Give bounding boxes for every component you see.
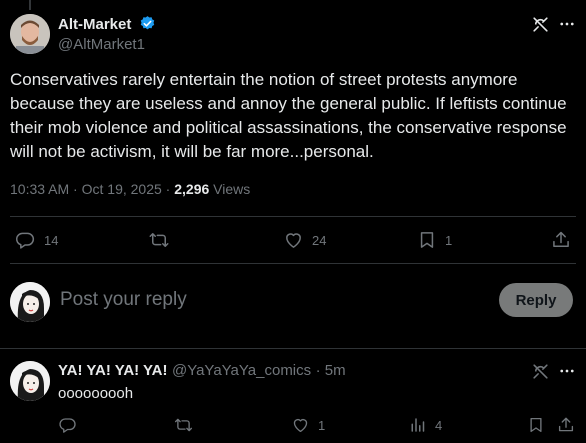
bookmark-button[interactable]: 1 xyxy=(417,230,452,250)
reply-author-handle[interactable]: @YaYaYaYa_comics xyxy=(172,362,311,379)
reply-like-count: 1 xyxy=(318,417,326,433)
author-handle[interactable]: @AltMarket1 xyxy=(58,36,145,53)
post-text: Conservatives rarely entertain the notio… xyxy=(10,70,567,161)
share-icon xyxy=(551,230,571,250)
bookmark-icon xyxy=(527,416,545,434)
divider xyxy=(10,263,576,264)
repost-icon xyxy=(148,230,170,250)
reply-count: 14 xyxy=(44,232,59,248)
divider xyxy=(10,216,576,217)
reply-author-name[interactable]: YA! YA! YA! YA! xyxy=(58,362,168,379)
views-icon xyxy=(408,416,427,434)
meta-separator: · xyxy=(73,181,78,197)
repost-icon xyxy=(174,416,193,434)
share-button[interactable] xyxy=(551,230,571,250)
reply-icon xyxy=(14,230,36,250)
reply-views-button[interactable]: 4 xyxy=(408,416,442,434)
share-icon xyxy=(557,416,575,434)
post-meta: 10:33 AM · Oct 19, 2025 · 2,296 Views xyxy=(10,181,250,197)
my-avatar[interactable] xyxy=(10,282,50,322)
reply-share-button[interactable] xyxy=(557,416,575,434)
like-count: 24 xyxy=(312,232,327,248)
divider xyxy=(0,348,586,349)
reply-views-count: 4 xyxy=(435,417,443,433)
author-avatar[interactable] xyxy=(10,14,50,54)
reply-reply-button[interactable] xyxy=(58,416,77,434)
more-icon[interactable] xyxy=(558,362,576,380)
like-icon xyxy=(291,416,310,434)
meta-separator: · xyxy=(165,181,171,197)
reply-input[interactable]: Post your reply xyxy=(60,289,187,311)
repost-button[interactable] xyxy=(148,230,170,250)
post-date[interactable]: Oct 19, 2025 xyxy=(82,181,162,197)
thread-connector xyxy=(29,0,31,10)
author-name-row: Alt-Market xyxy=(58,15,156,37)
reply-header: YA! YA! YA! YA! @YaYaYaYa_comics · 5m xyxy=(58,362,346,380)
reply-text: ooooooooh xyxy=(58,385,134,402)
reply-bookmark-button[interactable] xyxy=(527,416,545,434)
reply-author-avatar[interactable] xyxy=(10,361,50,401)
reply-repost-button[interactable] xyxy=(174,416,193,434)
like-icon xyxy=(283,230,304,250)
post-time[interactable]: 10:33 AM xyxy=(10,181,69,197)
bookmark-icon xyxy=(417,230,437,250)
like-button[interactable]: 24 xyxy=(283,230,326,250)
bookmark-count: 1 xyxy=(445,232,453,248)
reply-submit-button[interactable]: Reply xyxy=(499,283,573,317)
reply-icon xyxy=(58,416,77,434)
reply-time[interactable]: · 5m xyxy=(316,362,346,379)
grok-icon[interactable] xyxy=(531,362,550,381)
reply-button[interactable]: 14 xyxy=(14,230,58,250)
more-icon[interactable] xyxy=(558,15,576,33)
verified-badge-icon xyxy=(139,15,156,37)
reply-like-button[interactable]: 1 xyxy=(291,416,325,434)
grok-icon[interactable] xyxy=(531,15,550,34)
author-name[interactable]: Alt-Market xyxy=(58,16,131,33)
views-label: Views xyxy=(213,181,251,197)
views-count: 2,296 xyxy=(174,181,210,197)
